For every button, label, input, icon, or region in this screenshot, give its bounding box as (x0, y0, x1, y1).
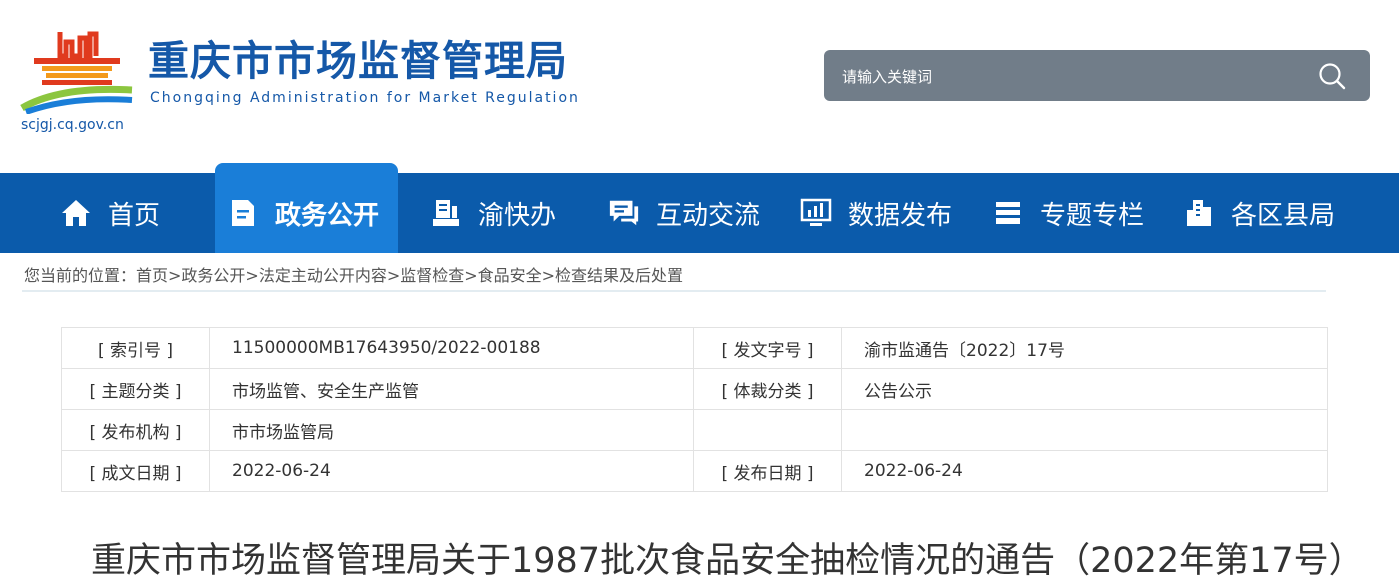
nav-item-label: 各区县局 (1231, 200, 1336, 231)
meta-value: 2022-06-24 (841, 450, 1328, 492)
site-header: 重庆市市场监督管理局 Chongqing Administration for … (0, 0, 1399, 173)
meta-label: [ 发布日期 ] (693, 450, 842, 492)
table-row: [ 主题分类 ] 市场监管、安全生产监管 [ 体裁分类 ] 公告公示 (61, 368, 1328, 410)
breadcrumb[interactable]: 您当前的位置：首页>政务公开>法定主动公开内容>监督检查>食品安全>检查结果及后… (24, 262, 683, 286)
divider (22, 290, 1326, 292)
meta-label: [ 发布机构 ] (61, 409, 210, 451)
document-icon (227, 197, 259, 229)
meta-value (841, 409, 1328, 451)
meta-label: [ 发文字号 ] (693, 327, 842, 369)
nav-item-district-bureaus[interactable]: 各区县局 (1183, 173, 1335, 253)
meta-value: 渝市监通告〔2022〕17号 (841, 327, 1328, 369)
logo-emblem-icon[interactable] (20, 28, 134, 114)
print-icon (430, 197, 462, 229)
nav-item-label: 专题专栏 (1040, 200, 1145, 231)
nav-item-label: 数据发布 (848, 200, 953, 231)
document-meta-table: [ 索引号 ] 11500000MB17643950/2022-00188 [ … (61, 327, 1328, 492)
nav-item-special-topics[interactable]: 专题专栏 (992, 173, 1144, 253)
site-subtitle: Chongqing Administration for Market Regu… (150, 90, 580, 106)
nav-item-yukuaiban[interactable]: 渝快办 (430, 173, 556, 253)
table-row: [ 成文日期 ] 2022-06-24 [ 发布日期 ] 2022-06-24 (61, 450, 1328, 492)
nav-item-label: 政务公开 (275, 200, 380, 231)
table-row: [ 发布机构 ] 市市场监管局 (61, 409, 1328, 451)
nav-item-label: 渝快办 (478, 200, 557, 231)
site-domain: scjgj.cq.gov.cn (21, 117, 124, 133)
meta-label: [ 索引号 ] (61, 327, 210, 369)
meta-label: [ 主题分类 ] (61, 368, 210, 410)
main-nav: 首页 政务公开 渝快办 互动交流 数据发布 专题专栏 各区县局 (0, 163, 1399, 253)
meta-value: 市市场监管局 (209, 409, 694, 451)
stack-icon (992, 197, 1024, 229)
meta-label: [ 体裁分类 ] (693, 368, 842, 410)
search-box[interactable]: 请输入关键词 (824, 50, 1370, 101)
nav-item-home[interactable]: 首页 (60, 173, 160, 253)
nav-item-data-release[interactable]: 数据发布 (800, 173, 952, 253)
chat-icon (608, 197, 640, 229)
nav-item-label: 互动交流 (656, 200, 761, 231)
site-title[interactable]: 重庆市市场监督管理局 (148, 36, 568, 86)
meta-label: [ 成文日期 ] (61, 450, 210, 492)
meta-label (693, 409, 842, 451)
meta-value: 公告公示 (841, 368, 1328, 410)
chart-monitor-icon (800, 197, 832, 229)
meta-value: 2022-06-24 (209, 450, 694, 492)
document-title: 重庆市市场监督管理局关于1987批次食品安全抽检情况的通告（2022年第17号） (91, 541, 1364, 581)
building-icon (1183, 197, 1215, 229)
search-icon[interactable] (1318, 62, 1346, 90)
nav-item-label: 首页 (108, 200, 161, 231)
meta-value: 11500000MB17643950/2022-00188 (209, 327, 694, 369)
nav-item-interaction[interactable]: 互动交流 (608, 173, 760, 253)
table-row: [ 索引号 ] 11500000MB17643950/2022-00188 [ … (61, 327, 1328, 369)
meta-value: 市场监管、安全生产监管 (209, 368, 694, 410)
home-icon (60, 197, 92, 229)
search-input[interactable]: 请输入关键词 (842, 66, 932, 87)
nav-item-government-affairs[interactable]: 政务公开 (215, 163, 398, 253)
